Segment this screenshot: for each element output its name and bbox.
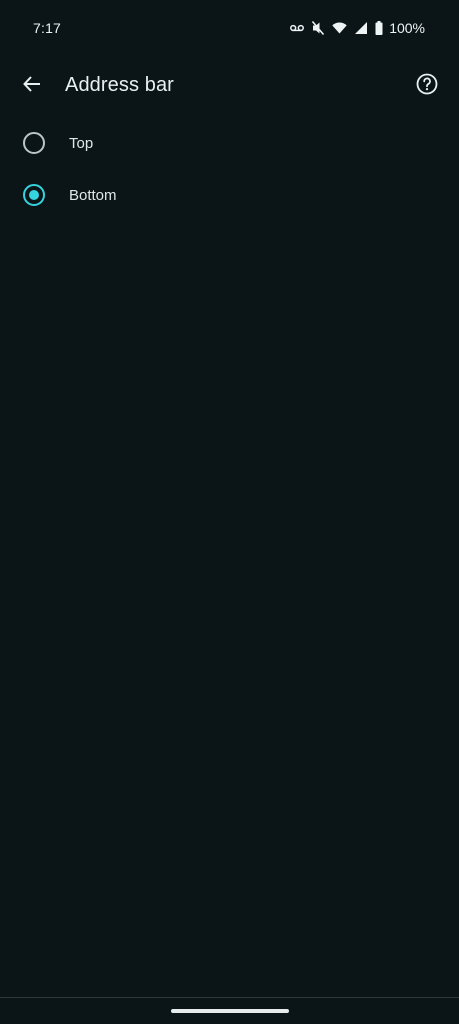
signal-icon: [355, 22, 368, 34]
home-indicator[interactable]: [171, 1009, 289, 1013]
back-button[interactable]: [12, 66, 52, 106]
status-icons: 100%: [290, 18, 425, 38]
option-bottom[interactable]: Bottom: [0, 169, 459, 221]
address-bar-options: Top Bottom: [0, 117, 459, 221]
wifi-icon: [332, 22, 347, 34]
option-top-label: Top: [69, 134, 94, 152]
arrow-back-icon: [22, 74, 42, 99]
status-bar: 7:17 100%: [0, 0, 459, 56]
battery-icon: [375, 21, 383, 35]
status-time: 7:17: [33, 20, 62, 36]
radio-bottom[interactable]: [23, 184, 45, 206]
radio-top[interactable]: [23, 132, 45, 154]
option-top[interactable]: Top: [0, 117, 459, 169]
app-bar: Address bar: [0, 56, 459, 116]
option-bottom-label: Bottom: [69, 186, 117, 204]
mute-icon: [312, 21, 325, 35]
battery-percent: 100%: [389, 20, 425, 36]
help-button[interactable]: [407, 66, 447, 106]
nav-divider: [0, 997, 459, 998]
voicemail-icon: [290, 23, 305, 33]
help-circle-icon: [415, 72, 439, 101]
page-title: Address bar: [65, 74, 174, 96]
